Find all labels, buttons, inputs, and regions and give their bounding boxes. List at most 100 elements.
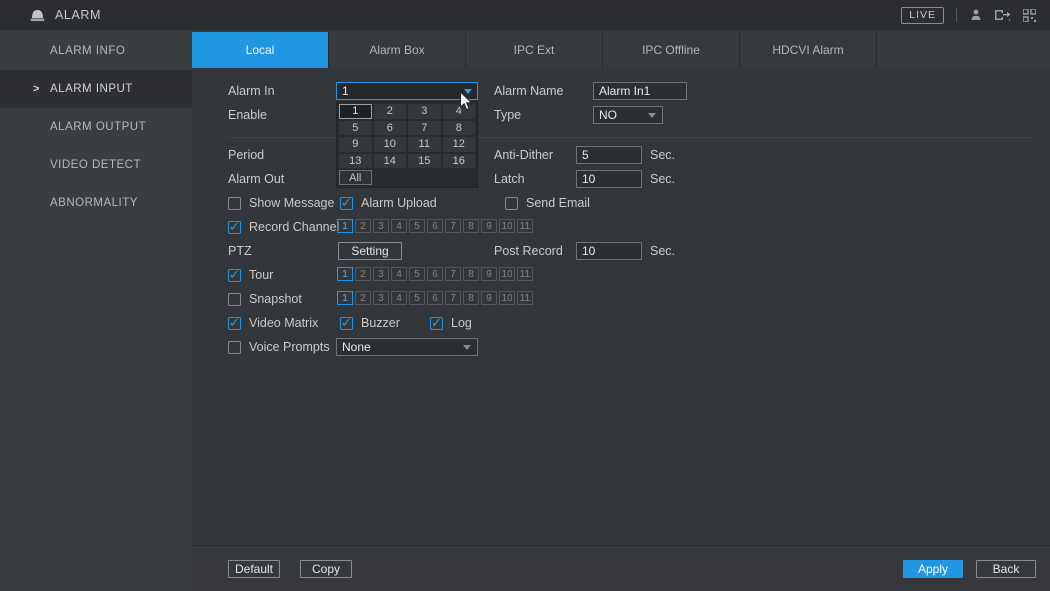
show-message-checkbox[interactable]: Show Message: [228, 194, 334, 212]
channel-1-button[interactable]: 1: [337, 219, 353, 233]
channel-6-button[interactable]: 6: [427, 219, 443, 233]
channel-6-button[interactable]: 6: [427, 291, 443, 305]
channel-9-button[interactable]: 9: [481, 267, 497, 281]
chevron-down-icon: [648, 113, 656, 118]
voice-prompts-dropdown[interactable]: None: [336, 338, 478, 356]
channel-10-button[interactable]: 10: [499, 219, 515, 233]
sidebar-item-alarm-info[interactable]: ALARM INFO: [0, 32, 192, 70]
channel-10-button[interactable]: 10: [499, 291, 515, 305]
channel-2-button[interactable]: 2: [355, 291, 371, 305]
alarm-in-option-10[interactable]: 10: [374, 137, 407, 152]
buzzer-checkbox[interactable]: Buzzer: [340, 314, 400, 332]
video-matrix-checkbox[interactable]: Video Matrix: [228, 314, 318, 332]
latch-label: Latch: [494, 170, 525, 188]
live-button[interactable]: LIVE: [901, 7, 944, 24]
channel-3-button[interactable]: 3: [373, 291, 389, 305]
channel-5-button[interactable]: 5: [409, 219, 425, 233]
alarm-in-dropdown[interactable]: 1: [336, 82, 478, 100]
alarm-in-option-6[interactable]: 6: [374, 121, 407, 136]
buzzer-box[interactable]: [340, 317, 353, 330]
alarm-in-option-1[interactable]: 1: [339, 104, 372, 119]
alarm-in-option-9[interactable]: 9: [339, 137, 372, 152]
channel-11-button[interactable]: 11: [517, 219, 533, 233]
alarm-in-option-4[interactable]: 4: [443, 104, 476, 119]
send-email-checkbox[interactable]: Send Email: [505, 194, 590, 212]
sidebar-item-video-detect[interactable]: VIDEO DETECT: [0, 146, 192, 184]
send-email-box[interactable]: [505, 197, 518, 210]
voice-prompts-box[interactable]: [228, 341, 241, 354]
channel-10-button[interactable]: 10: [499, 267, 515, 281]
tab-hdcvi-alarm[interactable]: HDCVI Alarm: [740, 32, 877, 68]
channel-5-button[interactable]: 5: [409, 291, 425, 305]
copy-button[interactable]: Copy: [300, 560, 352, 578]
log-box[interactable]: [430, 317, 443, 330]
apply-button[interactable]: Apply: [903, 560, 963, 578]
channel-8-button[interactable]: 8: [463, 291, 479, 305]
channel-8-button[interactable]: 8: [463, 267, 479, 281]
channel-1-button[interactable]: 1: [337, 267, 353, 281]
snapshot-box[interactable]: [228, 293, 241, 306]
back-button[interactable]: Back: [976, 560, 1036, 578]
video-matrix-box[interactable]: [228, 317, 241, 330]
channel-3-button[interactable]: 3: [373, 219, 389, 233]
post-record-label: Post Record: [494, 242, 563, 260]
alarm-in-option-2[interactable]: 2: [374, 104, 407, 119]
channel-9-button[interactable]: 9: [481, 219, 497, 233]
channel-7-button[interactable]: 7: [445, 267, 461, 281]
snapshot-checkbox[interactable]: Snapshot: [228, 290, 302, 308]
channel-11-button[interactable]: 11: [517, 267, 533, 281]
channel-7-button[interactable]: 7: [445, 219, 461, 233]
channel-6-button[interactable]: 6: [427, 267, 443, 281]
latch-input[interactable]: 10: [576, 170, 642, 188]
record-channel-box[interactable]: [228, 221, 241, 234]
alarm-in-option-13[interactable]: 13: [339, 154, 372, 169]
user-icon[interactable]: [969, 8, 983, 22]
anti-dither-input[interactable]: 5: [576, 146, 642, 164]
alarm-in-option-all[interactable]: All: [339, 170, 372, 185]
alarm-in-option-3[interactable]: 3: [408, 104, 441, 119]
tab-ipc-offline[interactable]: IPC Offline: [603, 32, 740, 68]
channel-9-button[interactable]: 9: [481, 291, 497, 305]
alarm-in-option-12[interactable]: 12: [443, 137, 476, 152]
alarm-in-option-7[interactable]: 7: [408, 121, 441, 136]
channel-4-button[interactable]: 4: [391, 291, 407, 305]
record-channel-checkbox[interactable]: Record Channel: [228, 218, 339, 236]
default-button[interactable]: Default: [228, 560, 280, 578]
alarm-in-option-11[interactable]: 11: [408, 137, 441, 152]
post-record-input[interactable]: 10: [576, 242, 642, 260]
alarm-in-option-15[interactable]: 15: [408, 154, 441, 169]
type-dropdown[interactable]: NO: [593, 106, 663, 124]
sidebar-item-alarm-output[interactable]: ALARM OUTPUT: [0, 108, 192, 146]
log-checkbox[interactable]: Log: [430, 314, 472, 332]
tour-checkbox[interactable]: Tour: [228, 266, 273, 284]
channel-11-button[interactable]: 11: [517, 291, 533, 305]
qr-code-icon[interactable]: [1023, 9, 1036, 22]
alarm-in-option-16[interactable]: 16: [443, 154, 476, 169]
channel-4-button[interactable]: 4: [391, 267, 407, 281]
tour-box[interactable]: [228, 269, 241, 282]
channel-2-button[interactable]: 2: [355, 219, 371, 233]
channel-3-button[interactable]: 3: [373, 267, 389, 281]
alarm-upload-box[interactable]: [340, 197, 353, 210]
alarm-in-option-5[interactable]: 5: [339, 121, 372, 136]
voice-prompts-checkbox[interactable]: Voice Prompts: [228, 338, 330, 356]
channel-1-button[interactable]: 1: [337, 291, 353, 305]
alarm-in-option-8[interactable]: 8: [443, 121, 476, 136]
alarm-upload-checkbox[interactable]: Alarm Upload: [340, 194, 437, 212]
channel-5-button[interactable]: 5: [409, 267, 425, 281]
logout-icon[interactable]: [993, 8, 1013, 22]
alarm-in-option-14[interactable]: 14: [374, 154, 407, 169]
sidebar-item-abnormality[interactable]: ABNORMALITY: [0, 184, 192, 222]
channel-2-button[interactable]: 2: [355, 267, 371, 281]
tab-alarm-box[interactable]: Alarm Box: [329, 32, 466, 68]
show-message-box[interactable]: [228, 197, 241, 210]
sidebar-item-alarm-input[interactable]: >ALARM INPUT: [0, 70, 192, 108]
record-channel-strip: 1234567891011: [337, 219, 533, 233]
channel-7-button[interactable]: 7: [445, 291, 461, 305]
tab-ipc-ext[interactable]: IPC Ext: [466, 32, 603, 68]
channel-8-button[interactable]: 8: [463, 219, 479, 233]
ptz-setting-button[interactable]: Setting: [338, 242, 402, 260]
alarm-name-input[interactable]: Alarm In1: [593, 82, 687, 100]
channel-4-button[interactable]: 4: [391, 219, 407, 233]
tab-local[interactable]: Local: [192, 32, 329, 68]
